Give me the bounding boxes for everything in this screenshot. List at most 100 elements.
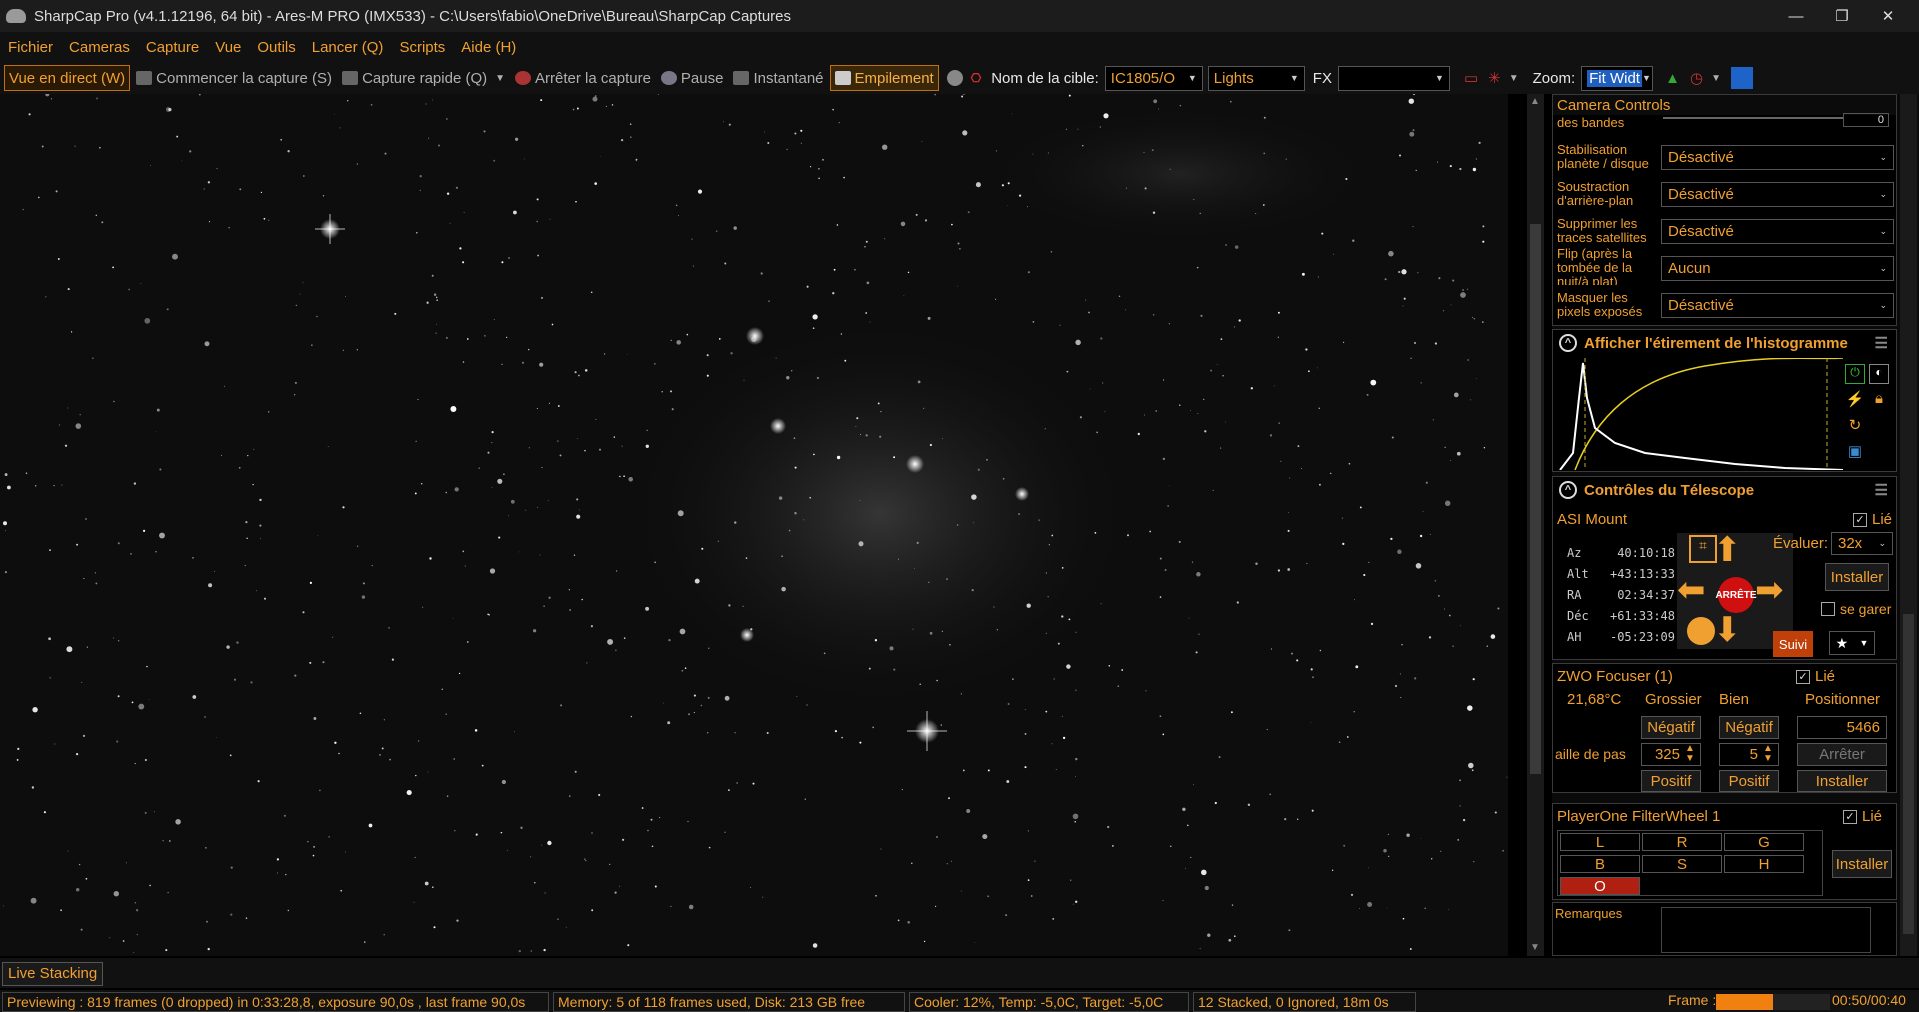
coarse-negative-button[interactable]: Négatif <box>1641 716 1701 739</box>
menu-cameras[interactable]: Cameras <box>61 39 138 56</box>
collapse-icon[interactable]: ^ <box>1559 481 1577 499</box>
target-icon[interactable] <box>1687 617 1715 645</box>
snapshot-button[interactable]: Instantané <box>729 65 827 91</box>
arrow-right-icon[interactable]: ➡ <box>1755 573 1784 607</box>
stop-capture-button[interactable]: Arrêter la capture <box>511 65 655 91</box>
minimize-button[interactable]: — <box>1773 0 1819 32</box>
collapse-icon[interactable]: ^ <box>1559 334 1577 352</box>
coord-value: +61:33:48 <box>1609 609 1675 623</box>
arrow-up-icon[interactable]: ⬆ <box>1713 533 1742 567</box>
histogram-plot[interactable] <box>1555 358 1843 470</box>
record-icon[interactable]: ⎔ <box>971 71 981 85</box>
filter-s-button[interactable]: S <box>1642 855 1722 873</box>
stacking-button[interactable]: Empilement <box>829 65 939 91</box>
histogram-icon[interactable]: ▲ <box>1665 70 1680 87</box>
chevron-down-icon[interactable]: ▼ <box>1509 73 1519 84</box>
partial-slider[interactable] <box>1663 117 1843 119</box>
filter-o-button[interactable]: O <box>1560 877 1640 895</box>
fx-select[interactable]: ▼ <box>1337 65 1450 91</box>
notes-textarea[interactable] <box>1661 907 1871 953</box>
bottom-tab-bar: Live Stacking <box>0 958 1919 988</box>
fine-positive-button[interactable]: Positif <box>1719 770 1779 792</box>
partial-value[interactable]: 0 <box>1843 113 1889 127</box>
filter-r-button[interactable]: R <box>1642 833 1722 851</box>
stop-mount-button[interactable]: ARRÊTE <box>1715 577 1757 613</box>
reset-icon[interactable]: ↻ <box>1845 416 1865 436</box>
menu-scripts[interactable]: Scripts <box>391 39 453 56</box>
fine-negative-button[interactable]: Négatif <box>1719 716 1779 739</box>
telescope-title: Contrôles du Télescope <box>1584 481 1755 499</box>
filterwheel-linked-checkbox[interactable]: ✓ Lié <box>1843 808 1882 825</box>
zoom-select[interactable]: Fit Widt ▼ <box>1581 65 1654 91</box>
focus-star-icon[interactable]: ✳ <box>1488 69 1501 87</box>
favorites-select[interactable]: ★ ▼ <box>1829 631 1875 655</box>
telescope-header[interactable]: ^ Contrôles du Télescope ☰ <box>1553 477 1896 503</box>
panel-scrollbar-thumb[interactable] <box>1903 614 1914 934</box>
menu-icon[interactable]: ☰ <box>1875 334 1888 352</box>
background-subtraction-select[interactable]: Désactivé ⌄ <box>1661 182 1894 207</box>
menu-icon[interactable]: ☰ <box>1875 481 1888 499</box>
rate-select[interactable]: 32x ⌄ <box>1831 532 1893 555</box>
filterwheel-setup-button[interactable]: Installer <box>1832 850 1892 878</box>
histogram-header[interactable]: ^ Afficher l'étirement de l'histogramme ☰ <box>1553 330 1896 356</box>
arrow-down-icon[interactable]: ⬇ <box>1713 613 1742 647</box>
menu-aide[interactable]: Aide (H) <box>453 39 524 56</box>
power-icon[interactable]: ⏻ <box>1845 364 1865 384</box>
filter-g-button[interactable]: G <box>1724 833 1804 851</box>
scroll-up-icon[interactable]: ▲ <box>1530 96 1540 107</box>
rate-value: 32x <box>1838 535 1863 552</box>
frame-type-select[interactable]: Lights ▼ <box>1207 65 1305 91</box>
live-stacking-tab[interactable]: Live Stacking <box>2 962 104 986</box>
park-checkbox[interactable]: se garer <box>1821 601 1891 617</box>
menu-outils[interactable]: Outils <box>249 39 303 56</box>
focuser-linked-checkbox[interactable]: ✓ Lié <box>1796 668 1835 685</box>
menu-capture[interactable]: Capture <box>138 39 207 56</box>
lightning-icon[interactable]: ⚡ <box>1845 390 1865 410</box>
live-view-button[interactable]: Vue en direct (W) <box>4 65 131 91</box>
spinner-icon[interactable]: ▲ ▼ <box>1763 744 1773 764</box>
crosshair-icon[interactable]: ▭ <box>1464 69 1478 87</box>
stabilization-select[interactable]: Désactivé ⌄ <box>1661 145 1894 170</box>
panel-scrollbar[interactable] <box>1900 94 1917 956</box>
mount-setup-button[interactable]: Installer <box>1825 563 1889 591</box>
filter-h-button[interactable]: H <box>1724 855 1804 873</box>
menu-lancer[interactable]: Lancer (Q) <box>304 39 392 56</box>
maximize-button[interactable]: ❐ <box>1819 0 1865 32</box>
target-name-select[interactable]: IC1805/O ▼ <box>1104 65 1203 91</box>
scrollbar-thumb[interactable] <box>1530 224 1541 774</box>
flip-select[interactable]: Aucun ⌄ <box>1661 256 1894 281</box>
spinner-icon[interactable]: ▲ ▼ <box>1685 744 1695 764</box>
coarse-positive-button[interactable]: Positif <box>1641 770 1701 792</box>
planet-icon[interactable] <box>946 70 963 86</box>
stop-capture-label: Arrêter la capture <box>535 69 651 87</box>
position-input[interactable]: 5466 <box>1797 716 1887 739</box>
focuser-setup-button[interactable]: Installer <box>1797 770 1887 792</box>
satellite-trails-select[interactable]: Désactivé ⌄ <box>1661 219 1894 244</box>
menu-fichier[interactable]: Fichier <box>0 39 61 56</box>
filter-l-button[interactable]: L <box>1560 833 1640 851</box>
filter-b-button[interactable]: B <box>1560 855 1640 873</box>
scroll-down-icon[interactable]: ▼ <box>1530 942 1540 953</box>
filterwheel-title: PlayerOne FilterWheel 1 <box>1557 808 1721 825</box>
arrow-left-icon[interactable]: ⬅ <box>1677 573 1706 607</box>
tool-icon[interactable] <box>1731 67 1753 89</box>
timer-icon[interactable]: ◷ <box>1690 69 1703 87</box>
pause-button[interactable]: Pause <box>657 65 728 91</box>
start-capture-button[interactable]: Commencer la capture (S) <box>132 65 336 91</box>
focuser-stop-button[interactable]: Arrêter <box>1797 743 1887 766</box>
image-viewer[interactable] <box>0 94 1508 956</box>
star-field-image <box>2 94 1508 953</box>
contrast-icon[interactable]: ◐ <box>1869 364 1889 384</box>
menu-vue[interactable]: Vue <box>207 39 249 56</box>
camera-controls-header[interactable]: Camera Controls <box>1553 95 1896 115</box>
tracking-button[interactable]: Suivi <box>1773 631 1813 657</box>
hot-pixels-select[interactable]: Désactivé ⌄ <box>1661 293 1894 318</box>
chevron-down-icon[interactable]: ▼ <box>1711 73 1721 84</box>
mount-linked-checkbox[interactable]: ✓ Lié <box>1853 511 1892 528</box>
viewer-scrollbar[interactable]: ▲ ▼ <box>1527 94 1544 956</box>
chevron-down-icon[interactable]: ▼ <box>495 73 505 84</box>
close-button[interactable]: ✕ <box>1865 0 1911 32</box>
lock-icon[interactable]: 🔒︎ <box>1869 390 1889 410</box>
save-icon[interactable]: ▣ <box>1845 442 1865 462</box>
quick-capture-button[interactable]: Capture rapide (Q) ▼ <box>338 65 509 91</box>
